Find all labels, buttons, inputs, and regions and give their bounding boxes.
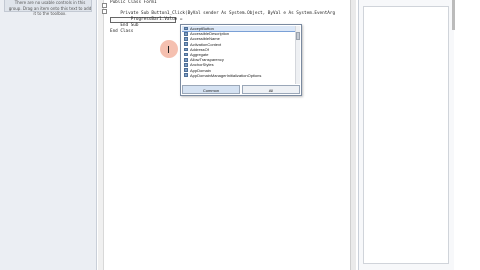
tab-common[interactable]: Common [182, 85, 240, 94]
member-icon [184, 57, 188, 62]
completion-item[interactable]: AppDomainManagerInitializationOptions [182, 73, 296, 78]
member-icon [184, 68, 188, 72]
completion-item-label: AppDomainManagerInitializationOptions [190, 72, 262, 78]
window-margin [455, 0, 480, 270]
right-side-panel [358, 0, 455, 270]
collapse-sub-icon[interactable] [102, 9, 107, 14]
editor-vertical-scrollbar[interactable] [350, 0, 356, 270]
member-icon [184, 26, 188, 31]
toolbox-empty-message: There are no usable controls in this gro… [8, 0, 92, 16]
member-icon [184, 73, 188, 78]
toolbox-panel: There are no usable controls in this gro… [0, 0, 97, 270]
completion-scroll-thumb[interactable] [296, 32, 300, 40]
ibeam-cursor-icon [168, 46, 170, 53]
code-line: End Class [110, 29, 134, 34]
completion-list[interactable]: AcceptButton AccessibleDescription Accessi… [182, 26, 296, 84]
completion-tabs: Common All [182, 85, 300, 94]
collapse-class-icon[interactable] [102, 3, 107, 8]
member-icon [184, 42, 188, 46]
completion-list-scrollbar[interactable] [295, 26, 300, 84]
tab-all[interactable]: All [242, 85, 300, 94]
right-panel-content [363, 6, 449, 264]
intellisense-popup[interactable]: AcceptButton AccessibleDescription Accessi… [180, 24, 302, 96]
editor-margin [98, 0, 104, 270]
member-icon [184, 63, 188, 67]
member-icon [184, 37, 188, 41]
member-icon [184, 31, 188, 36]
member-icon [184, 47, 188, 52]
member-icon [184, 52, 188, 57]
code-line: Public Class Form1 [110, 0, 157, 5]
